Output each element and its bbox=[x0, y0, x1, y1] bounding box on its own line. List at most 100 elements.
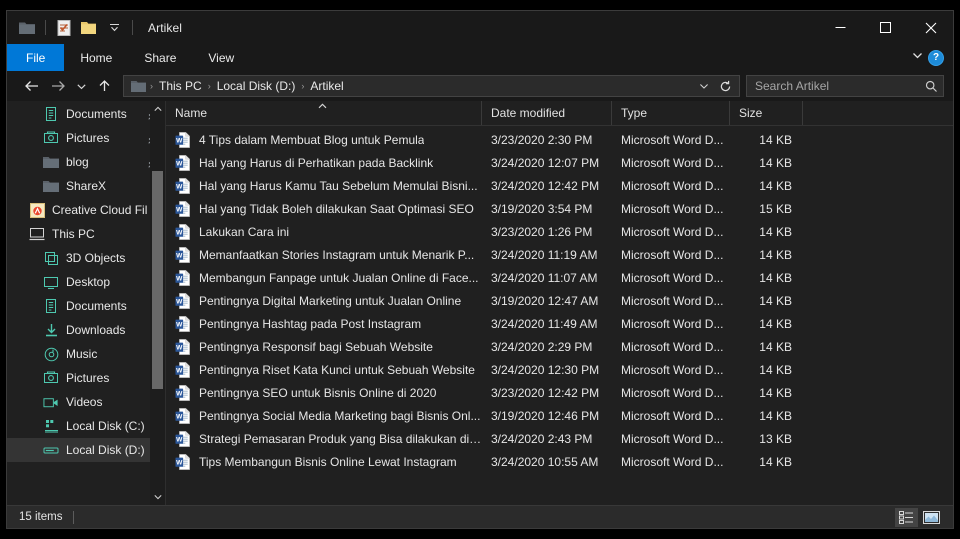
table-row[interactable]: W 4 Tips dalam Membuat Blog untuk Pemula 3… bbox=[166, 128, 953, 151]
sidebar-item-documents[interactable]: Documents bbox=[7, 102, 165, 126]
table-row[interactable]: W Pentingnya Digital Marketing untuk Jual… bbox=[166, 289, 953, 312]
table-row[interactable]: W Strategi Pemasaran Produk yang Bisa dil… bbox=[166, 427, 953, 450]
breadcrumb-item-this-pc[interactable]: This PC bbox=[154, 79, 207, 93]
tab-share[interactable]: Share bbox=[128, 44, 192, 71]
sidebar-item-documents[interactable]: Documents bbox=[7, 294, 165, 318]
help-icon[interactable]: ? bbox=[928, 49, 944, 66]
sidebar-item-label: Videos bbox=[66, 395, 103, 409]
table-row[interactable]: W Pentingnya SEO untuk Bisnis Online di 2… bbox=[166, 381, 953, 404]
table-row[interactable]: W Hal yang Tidak Boleh dilakukan Saat Opt… bbox=[166, 197, 953, 220]
search-input[interactable] bbox=[755, 79, 925, 93]
minimize-button[interactable] bbox=[818, 11, 863, 44]
search-box[interactable] bbox=[746, 75, 944, 97]
local-disk-d-icon bbox=[43, 442, 59, 458]
scroll-up-icon[interactable] bbox=[150, 101, 165, 117]
large-icons-view-button[interactable] bbox=[920, 508, 943, 527]
file-date-cell: 3/24/2020 11:19 AM bbox=[491, 247, 598, 262]
file-name-cell[interactable]: W Pentingnya SEO untuk Bisnis Online di 2… bbox=[166, 384, 482, 401]
sidebar-item-local-disk-c[interactable]: Local Disk (C:) bbox=[7, 414, 165, 438]
downloads-icon bbox=[43, 322, 59, 338]
file-type-cell: Microsoft Word D... bbox=[621, 316, 724, 331]
folder-icon bbox=[43, 178, 59, 194]
file-name-cell[interactable]: W Memanfaatkan Stories Instagram untuk Me… bbox=[166, 246, 482, 263]
back-button[interactable] bbox=[19, 74, 45, 98]
column-header-size[interactable]: Size bbox=[730, 101, 803, 125]
explorer-body: Documents Pictures blog ShareX Creative Clou… bbox=[7, 101, 953, 505]
recent-locations-button[interactable] bbox=[71, 74, 91, 98]
new-folder-icon[interactable] bbox=[79, 18, 99, 38]
table-row[interactable]: W Hal yang Harus Kamu Tau Sebelum Memulai… bbox=[166, 174, 953, 197]
properties-icon[interactable] bbox=[54, 18, 74, 38]
breadcrumb-item-local-disk-d[interactable]: Local Disk (D:) bbox=[212, 79, 301, 93]
sidebar-item-label: Documents bbox=[66, 299, 127, 313]
search-icon[interactable] bbox=[925, 80, 938, 93]
sidebar-item-3d-objects[interactable]: 3D Objects bbox=[7, 246, 165, 270]
table-row[interactable]: W Pentingnya Riset Kata Kunci untuk Sebua… bbox=[166, 358, 953, 381]
file-name-cell[interactable]: W Pentingnya Hashtag pada Post Instagram bbox=[166, 315, 482, 332]
table-row[interactable]: W Memanfaatkan Stories Instagram untuk Me… bbox=[166, 243, 953, 266]
titlebar-drag-area[interactable] bbox=[182, 11, 818, 44]
sidebar-item-creative-cloud-fil[interactable]: Creative Cloud Fil bbox=[7, 198, 165, 222]
file-type-cell: Microsoft Word D... bbox=[621, 178, 724, 193]
sidebar-item-desktop[interactable]: Desktop bbox=[7, 270, 165, 294]
table-row[interactable]: W Pentingnya Responsif bagi Sebuah Websit… bbox=[166, 335, 953, 358]
file-name-cell[interactable]: W Hal yang Harus Kamu Tau Sebelum Memulai… bbox=[166, 177, 482, 194]
file-size-cell: 14 KB bbox=[759, 132, 792, 147]
navigation-scrollbar[interactable] bbox=[150, 101, 165, 505]
chevron-down-icon[interactable] bbox=[911, 49, 924, 67]
file-name-cell[interactable]: W Hal yang Tidak Boleh dilakukan Saat Opt… bbox=[166, 200, 482, 217]
table-row[interactable]: W Lakukan Cara ini 3/23/2020 1:26 PM Micros… bbox=[166, 220, 953, 243]
customize-dropdown-icon[interactable] bbox=[104, 18, 124, 38]
file-size-cell: 14 KB bbox=[759, 178, 792, 193]
table-row[interactable]: W Membangun Fanpage untuk Jualan Online d… bbox=[166, 266, 953, 289]
column-header-name[interactable]: Name bbox=[166, 101, 482, 125]
file-name-cell[interactable]: W Tips Membangun Bisnis Online Lewat Inst… bbox=[166, 453, 482, 470]
sidebar-item-blog[interactable]: blog bbox=[7, 150, 165, 174]
file-size-cell: 14 KB bbox=[759, 293, 792, 308]
sidebar-item-sharex[interactable]: ShareX bbox=[7, 174, 165, 198]
file-type-cell: Microsoft Word D... bbox=[621, 247, 724, 262]
sidebar-item-pictures[interactable]: Pictures bbox=[7, 366, 165, 390]
file-name-cell[interactable]: W Pentingnya Riset Kata Kunci untuk Sebua… bbox=[166, 361, 482, 378]
column-header-date-modified[interactable]: Date modified bbox=[482, 101, 612, 125]
file-name-cell[interactable]: W Strategi Pemasaran Produk yang Bisa dil… bbox=[166, 430, 482, 447]
sidebar-item-downloads[interactable]: Downloads bbox=[7, 318, 165, 342]
scrollbar-thumb[interactable] bbox=[152, 171, 163, 389]
column-headers: Name Date modified Type Size bbox=[166, 101, 953, 126]
maximize-button[interactable] bbox=[863, 11, 908, 44]
table-row[interactable]: W Hal yang Harus di Perhatikan pada Backl… bbox=[166, 151, 953, 174]
file-size-cell: 14 KB bbox=[759, 247, 792, 262]
forward-button[interactable] bbox=[45, 74, 71, 98]
sidebar-item-music[interactable]: Music bbox=[7, 342, 165, 366]
sidebar-item-pictures[interactable]: Pictures bbox=[7, 126, 165, 150]
breadcrumb-item-artikel[interactable]: Artikel bbox=[305, 79, 348, 93]
breadcrumb[interactable]: › This PC › Local Disk (D:) › Artikel bbox=[123, 75, 740, 97]
file-name-cell[interactable]: W Pentingnya Digital Marketing untuk Jual… bbox=[166, 292, 482, 309]
table-row[interactable]: W Pentingnya Hashtag pada Post Instagram 3… bbox=[166, 312, 953, 335]
file-name-cell[interactable]: W Pentingnya Responsif bagi Sebuah Websit… bbox=[166, 338, 482, 355]
file-name-cell[interactable]: W Pentingnya Social Media Marketing bagi … bbox=[166, 407, 482, 424]
sidebar-item-local-disk-d[interactable]: Local Disk (D:) bbox=[7, 438, 165, 462]
file-name-cell[interactable]: W Membangun Fanpage untuk Jualan Online d… bbox=[166, 269, 482, 286]
sidebar-item-label: Desktop bbox=[66, 275, 111, 289]
file-name-label: Hal yang Tidak Boleh dilakukan Saat Opti… bbox=[199, 201, 474, 216]
word-document-icon: W bbox=[175, 292, 191, 309]
history-dropdown-icon[interactable] bbox=[695, 81, 713, 91]
column-header-type[interactable]: Type bbox=[612, 101, 730, 125]
sidebar-item-videos[interactable]: Videos bbox=[7, 390, 165, 414]
scroll-down-icon[interactable] bbox=[150, 489, 165, 505]
up-button[interactable] bbox=[91, 74, 117, 98]
close-button[interactable] bbox=[908, 11, 953, 44]
tab-view[interactable]: View bbox=[192, 44, 250, 71]
refresh-icon[interactable] bbox=[715, 80, 736, 93]
sidebar-item-this-pc[interactable]: This PC bbox=[7, 222, 165, 246]
file-name-cell[interactable]: W Lakukan Cara ini bbox=[166, 223, 482, 240]
file-name-cell[interactable]: W 4 Tips dalam Membuat Blog untuk Pemula bbox=[166, 131, 482, 148]
tab-home[interactable]: Home bbox=[64, 44, 128, 71]
tab-file[interactable]: File bbox=[7, 44, 65, 71]
file-date-cell: 3/24/2020 12:07 PM bbox=[491, 155, 600, 170]
file-name-cell[interactable]: W Hal yang Harus di Perhatikan pada Backl… bbox=[166, 154, 482, 171]
table-row[interactable]: W Tips Membangun Bisnis Online Lewat Inst… bbox=[166, 450, 953, 473]
details-view-button[interactable] bbox=[895, 507, 918, 527]
table-row[interactable]: W Pentingnya Social Media Marketing bagi … bbox=[166, 404, 953, 427]
